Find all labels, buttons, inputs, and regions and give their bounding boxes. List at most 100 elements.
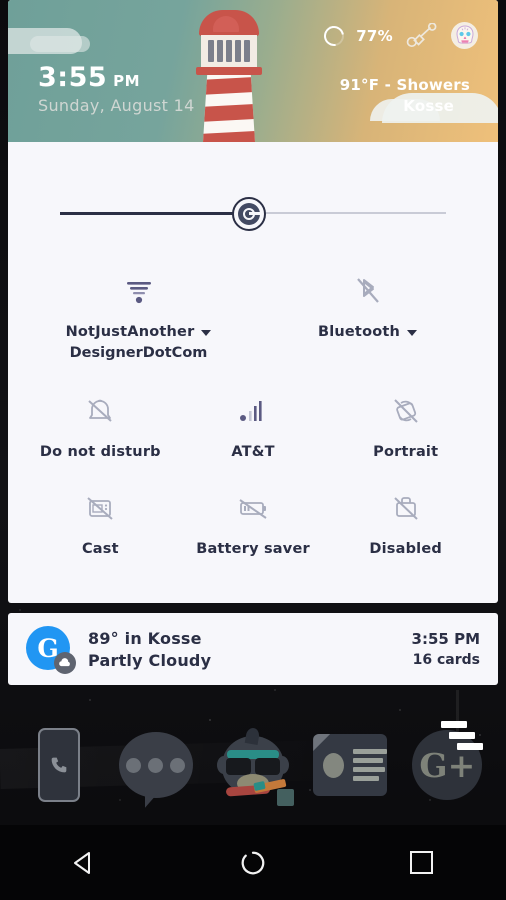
sms-dot [126, 757, 142, 773]
battery-percent-label: 77% [356, 26, 393, 45]
tile-cast-label: Cast [81, 541, 119, 558]
tile-cast[interactable]: Cast [24, 477, 177, 560]
home-button[interactable] [218, 838, 288, 888]
news-line [353, 758, 384, 763]
tile-do-not-disturb[interactable]: Do not disturb [24, 380, 177, 463]
cell-signal-icon [236, 390, 270, 432]
mascot-hair-tuft [244, 726, 261, 746]
news-line [353, 749, 388, 754]
quick-settings-panel: 3:55 PM Sunday, August 14 91°F - Showers… [8, 0, 498, 603]
lighthouse-illustration [190, 6, 268, 142]
cloud-decoration [30, 36, 90, 52]
clock[interactable]: 3:55 PM [38, 62, 140, 93]
sms-dot [170, 757, 186, 773]
tile-bluetooth-text: Bluetooth [317, 324, 401, 340]
news-document-icon [313, 734, 388, 796]
status-strip: 77% [320, 21, 478, 50]
work-profile-off-icon [389, 487, 423, 529]
lighthouse-stripe [203, 75, 255, 96]
tile-battery-saver[interactable]: Battery saver [177, 477, 330, 560]
tile-wifi[interactable]: NotJustAnother DesignerDotCom [24, 260, 253, 364]
lighthouse-window-bar [208, 40, 214, 62]
mascot-sunglasses [223, 757, 283, 775]
brightness-thumb[interactable] [232, 197, 266, 231]
tile-row: Cast Battery saver Disabled [24, 477, 482, 578]
weather-condition: 91°F - Showers [339, 76, 470, 94]
lighthouse-gallery [196, 67, 262, 75]
battery-saver-off-icon [236, 487, 270, 529]
news-app[interactable] [310, 719, 390, 811]
messaging-app[interactable] [116, 719, 196, 811]
brightness-slider[interactable] [8, 184, 498, 242]
sms-bubble-icon [118, 732, 193, 798]
cloud-icon [54, 652, 76, 674]
tile-battery-saver-label: Battery saver [196, 541, 310, 558]
brightness-fill [60, 212, 250, 215]
sugar-skull-avatar[interactable] [451, 22, 478, 49]
mascot-lens [254, 757, 280, 775]
phone-icon [37, 728, 80, 802]
clock-time: 3:55 [38, 62, 108, 93]
quick-settings-header: 3:55 PM Sunday, August 14 91°F - Showers… [8, 0, 498, 142]
navigation-bar [0, 825, 506, 900]
lighthouse-dome-highlight [213, 16, 239, 32]
tile-row: Do not disturb AT&T Portrait [24, 380, 482, 463]
news-thumbnail [323, 752, 345, 778]
news-line [353, 776, 380, 781]
tile-cell-signal[interactable]: AT&T [177, 380, 330, 463]
cast-off-icon [83, 487, 117, 529]
google-now-card[interactable]: G 89° in Kosse Partly Cloudy 3:55 PM 16 … [8, 613, 498, 685]
tile-bluetooth-label: Bluetooth [317, 322, 418, 343]
mascot-lens [225, 757, 251, 775]
now-condition: Partly Cloudy [88, 650, 212, 670]
notification-bar [457, 743, 484, 750]
lighthouse-window-bar [235, 40, 241, 62]
recents-button[interactable] [387, 838, 457, 888]
lighthouse-lantern-room [201, 35, 257, 67]
recents-square-icon [410, 851, 434, 874]
google-logo-icon: G [26, 626, 76, 674]
lighthouse-dome [199, 10, 259, 36]
tile-bluetooth[interactable]: Bluetooth [253, 260, 482, 364]
back-triangle-icon [74, 851, 91, 874]
battery-ring-icon [320, 21, 349, 50]
lighthouse-stripe [203, 129, 255, 142]
do-not-disturb-off-icon [83, 390, 117, 432]
tile-grid: NotJustAnother DesignerDotCom Bluetooth [8, 242, 498, 578]
mascot-app[interactable] [213, 719, 294, 811]
chevron-down-icon[interactable] [407, 329, 418, 336]
rotation-lock-icon [389, 390, 423, 432]
brightness-thumb-notch [249, 212, 261, 215]
lighthouse-window-bar [217, 40, 223, 62]
notification-bars-widget [441, 721, 489, 754]
back-button[interactable] [49, 838, 119, 888]
notification-bar [441, 721, 468, 728]
tile-wifi-sublabel: DesignerDotCom [69, 345, 208, 362]
mascot-badge [276, 789, 294, 806]
chevron-down-icon[interactable] [201, 329, 212, 336]
tile-wifi-ssid: NotJustAnother [65, 324, 195, 340]
bluetooth-off-icon [351, 270, 385, 312]
tile-do-not-disturb-label: Do not disturb [39, 444, 161, 461]
tile-row: NotJustAnother DesignerDotCom Bluetooth [24, 260, 482, 364]
lighthouse-stripe [203, 102, 255, 123]
google-now-meta: 3:55 PM 16 cards [412, 630, 480, 668]
lighthouse-window-bar [226, 40, 232, 62]
lighthouse-tower [203, 75, 255, 142]
lighthouse-window-bar [244, 40, 250, 62]
home-circle-icon [241, 851, 265, 874]
weather-city: Kosse [403, 97, 454, 115]
gorilla-mascot-icon [216, 726, 294, 806]
news-text-lines [353, 749, 388, 781]
clock-ampm: PM [113, 72, 141, 90]
google-plus-app[interactable]: G+ [407, 719, 487, 811]
news-line [353, 767, 386, 772]
tile-work-profile-label: Disabled [369, 541, 442, 558]
edit-tiles-icon[interactable] [405, 21, 439, 49]
phone-app[interactable] [19, 719, 99, 811]
tile-rotation[interactable]: Portrait [329, 380, 482, 463]
date-label: Sunday, August 14 [38, 96, 195, 115]
google-now-text: 89° in Kosse Partly Cloudy [88, 629, 412, 670]
tile-work-profile[interactable]: Disabled [329, 477, 482, 560]
notification-bar [449, 732, 476, 739]
